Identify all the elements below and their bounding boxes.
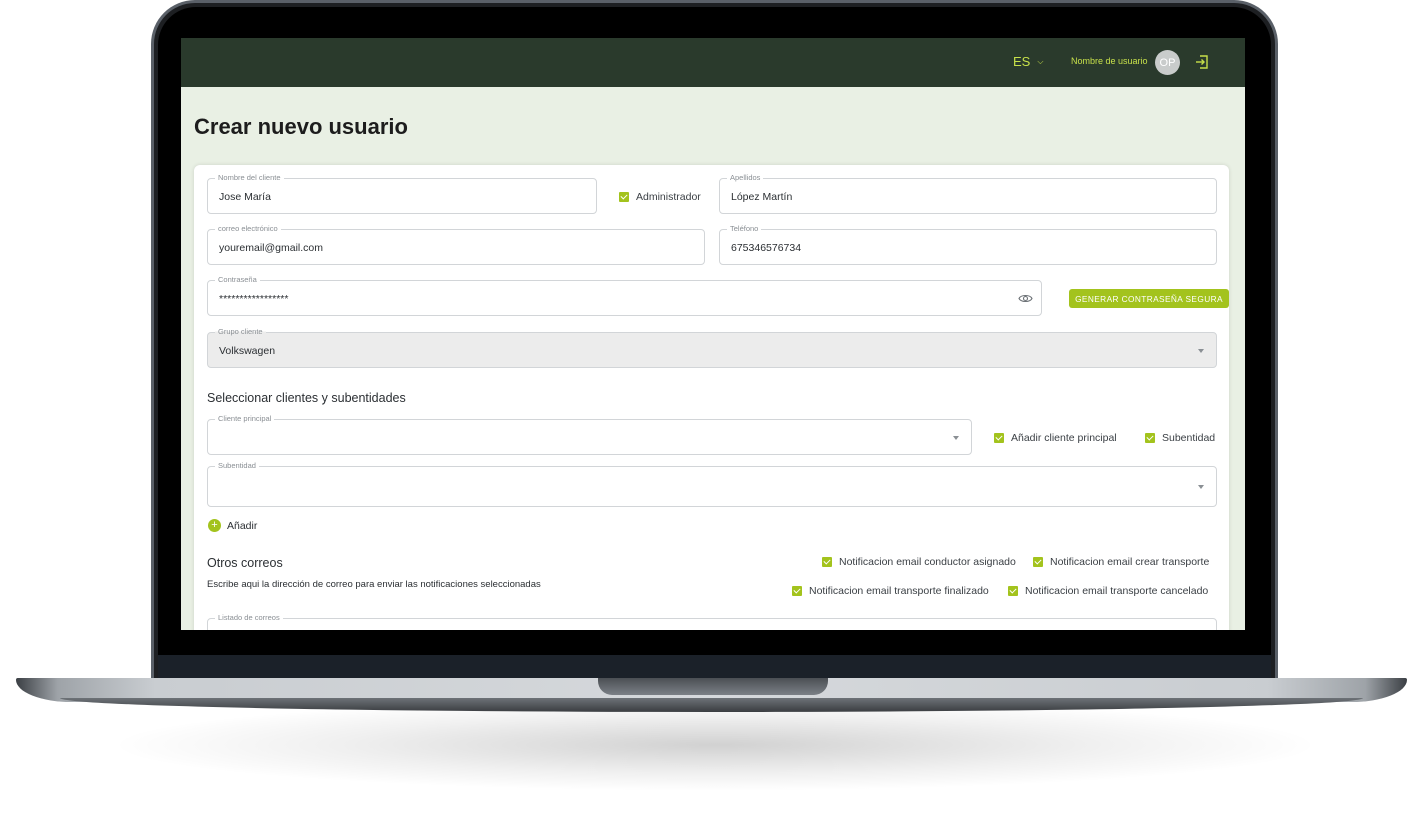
notif-cancelado-label: Notificacion email transporte cancelado — [1025, 585, 1209, 597]
telefono-label: Teléfono — [727, 224, 762, 233]
contrasena-value: ***************** — [219, 293, 289, 305]
contrasena-field[interactable]: Contraseña ***************** — [207, 275, 1042, 316]
chevron-down-icon: ⌵ — [1037, 56, 1044, 66]
clientes-section-title: Seleccionar clientes y subentidades — [207, 391, 406, 405]
logout-icon[interactable] — [1193, 53, 1211, 71]
caret-down-icon — [953, 436, 959, 440]
generar-contrasena-button[interactable]: GENERAR CONTRASEÑA SEGURA — [1069, 289, 1229, 308]
checkbox-checked-icon — [1033, 557, 1043, 567]
correo-value: youremail@gmail.com — [219, 242, 324, 254]
listado-correos-field[interactable]: Listado de correos — [207, 613, 1217, 630]
laptop-base-lip — [60, 698, 1363, 712]
apellidos-value: López Martín — [731, 191, 793, 203]
notif-cancelado-checkbox[interactable]: Notificacion email transporte cancelado — [1008, 585, 1208, 597]
username[interactable]: Nombre de usuario — [1071, 56, 1148, 66]
laptop-notch — [598, 678, 828, 695]
correo-label: correo electrónico — [215, 224, 281, 233]
administrador-checkbox[interactable]: Administrador — [619, 191, 701, 203]
grupo-cliente-select[interactable]: Grupo cliente Volkswagen — [207, 327, 1217, 368]
app-screen: ES ⌵ Nombre de usuario OP Crear nuevo us… — [181, 38, 1245, 630]
checkbox-checked-icon — [619, 192, 629, 202]
add-label: Añadir — [227, 519, 258, 532]
plus-circle-icon: + — [208, 519, 221, 532]
otros-correos-hint: Escribe aqui la dirección de correo para… — [207, 579, 541, 590]
nombre-label: Nombre del cliente — [215, 173, 284, 182]
grupo-cliente-value: Volkswagen — [219, 345, 276, 357]
checkbox-checked-icon — [1008, 586, 1018, 596]
notif-finalizado-label: Notificacion email transporte finalizado — [809, 585, 989, 597]
telefono-value: 675346576734 — [731, 242, 802, 254]
subentidad-checkbox-label: Subentidad — [1162, 432, 1216, 444]
anadir-principal-checkbox[interactable]: Añadir cliente principal — [994, 432, 1117, 444]
top-bar: ES ⌵ Nombre de usuario OP — [181, 38, 1245, 87]
listado-correos-label: Listado de correos — [215, 613, 283, 622]
administrador-label: Administrador — [636, 191, 701, 203]
notif-finalizado-checkbox[interactable]: Notificacion email transporte finalizado — [792, 585, 989, 597]
notif-conductor-checkbox[interactable]: Notificacion email conductor asignado — [822, 556, 1016, 568]
checkbox-checked-icon — [822, 557, 832, 567]
notif-crear-label: Notificacion email crear transporte — [1050, 556, 1210, 568]
apellidos-label: Apellidos — [727, 173, 764, 182]
eye-icon[interactable] — [1018, 292, 1033, 305]
contrasena-label: Contraseña — [215, 275, 260, 284]
cliente-principal-label: Cliente principal — [215, 414, 275, 423]
telefono-field[interactable]: Teléfono 675346576734 — [719, 224, 1217, 265]
language-label: ES — [1013, 54, 1031, 69]
user-form-card: Nombre del cliente Jose María Administra… — [194, 165, 1229, 630]
notif-conductor-label: Notificacion email conductor asignado — [839, 556, 1016, 568]
subentidad-label: Subentidad — [215, 461, 259, 470]
apellidos-field[interactable]: Apellidos López Martín — [719, 173, 1217, 214]
checkbox-checked-icon — [1145, 433, 1155, 443]
avatar[interactable]: OP — [1155, 50, 1180, 75]
laptop-shadow — [120, 700, 1310, 790]
otros-correos-title: Otros correos — [207, 556, 283, 570]
subentidad-select[interactable]: Subentidad — [207, 461, 1217, 507]
page-title: Crear nuevo usuario — [194, 114, 408, 139]
correo-field[interactable]: correo electrónico youremail@gmail.com — [207, 224, 705, 265]
checkbox-checked-icon — [994, 433, 1004, 443]
grupo-cliente-label: Grupo cliente — [215, 327, 266, 336]
cliente-principal-select[interactable]: Cliente principal — [207, 414, 972, 455]
anadir-principal-label: Añadir cliente principal — [1011, 432, 1117, 444]
language-selector[interactable]: ES ⌵ — [1013, 54, 1043, 69]
caret-down-icon — [1198, 485, 1204, 489]
checkbox-checked-icon — [792, 586, 802, 596]
subentidad-checkbox[interactable]: Subentidad — [1145, 432, 1215, 444]
nombre-value: Jose María — [219, 191, 271, 203]
caret-down-icon — [1198, 349, 1204, 353]
notif-crear-checkbox[interactable]: Notificacion email crear transporte — [1033, 556, 1209, 568]
add-button[interactable]: + Añadir — [208, 519, 257, 532]
nombre-field[interactable]: Nombre del cliente Jose María — [207, 173, 597, 214]
